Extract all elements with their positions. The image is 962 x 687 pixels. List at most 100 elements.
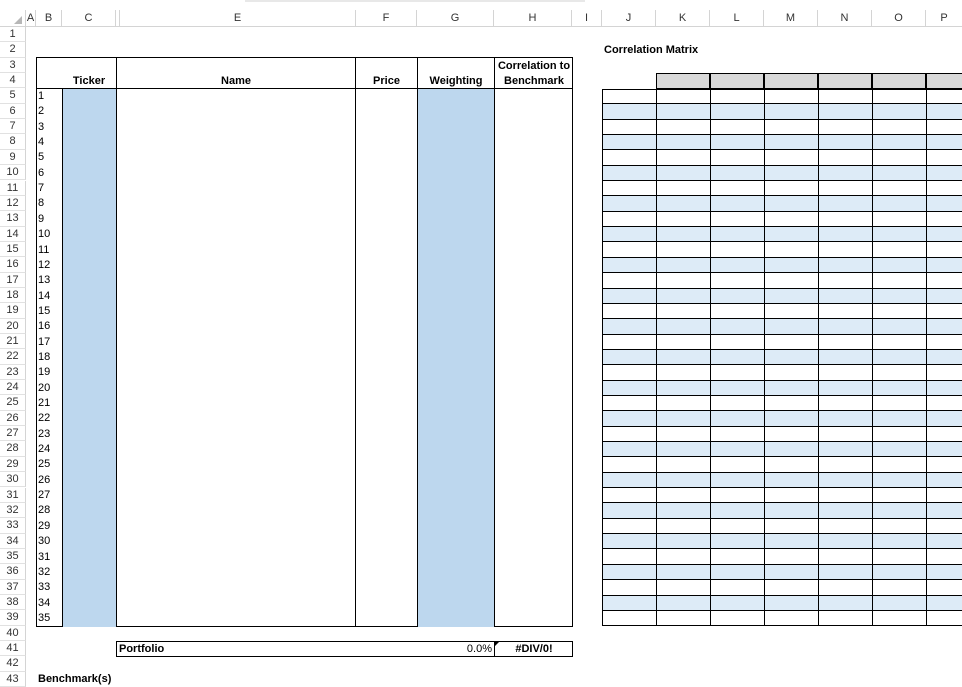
row-header-25[interactable]: 25 [0,395,26,411]
row-header-6[interactable]: 6 [0,103,26,120]
matrix-header-cell[interactable] [656,73,710,89]
row-header-12[interactable]: 12 [0,195,26,212]
holding-row-number: 18 [38,350,51,363]
row-header-40[interactable]: 40 [0,625,26,641]
matrix-header-cell[interactable] [818,73,872,89]
row-header-30[interactable]: 30 [0,472,26,488]
col-header-a[interactable]: A [26,10,36,26]
row-header-18[interactable]: 18 [0,287,26,304]
divider [355,57,356,627]
row-header-35[interactable]: 35 [0,548,26,565]
row-header-19[interactable]: 19 [0,303,26,319]
portfolio-correlation[interactable]: #DIV/0! [495,642,573,656]
row-header-16[interactable]: 16 [0,257,26,273]
row-header-17[interactable]: 17 [0,272,26,288]
select-all-icon [14,16,22,24]
row-header-29[interactable]: 29 [0,456,26,473]
row-header-38[interactable]: 38 [0,594,26,611]
row-header-26[interactable]: 26 [0,410,26,427]
row-header-27[interactable]: 27 [0,426,26,442]
row-header-10[interactable]: 10 [0,165,26,181]
col-header-h[interactable]: H [494,10,572,26]
holding-row-number: 24 [38,443,51,456]
ticker-header: Ticker [72,75,106,87]
row-header-32[interactable]: 32 [0,502,26,519]
row-header-7[interactable]: 7 [0,119,26,135]
row-header-31[interactable]: 31 [0,487,26,503]
col-header-c[interactable]: C [62,10,116,26]
col-header-o[interactable]: O [872,10,926,26]
row-header-28[interactable]: 28 [0,441,26,457]
row-header-23[interactable]: 23 [0,364,26,381]
row-header-43[interactable]: 43 [0,671,26,687]
row-header-36[interactable]: 36 [0,564,26,580]
col-header-b[interactable]: B [36,10,62,26]
row-header-9[interactable]: 9 [0,149,26,166]
col-header-p[interactable]: P [926,10,962,26]
col-header-g[interactable]: G [417,10,494,26]
row-header-1[interactable]: 1 [0,27,26,43]
row-header-41[interactable]: 41 [0,641,26,657]
weighting-input-column[interactable] [417,89,494,627]
holding-row-number: 23 [38,427,51,440]
row-header-21[interactable]: 21 [0,334,26,350]
matrix-header-cell[interactable] [764,73,818,89]
divider [602,89,603,627]
divider [494,57,495,627]
row-header-33[interactable]: 33 [0,518,26,534]
row-header-4[interactable]: 4 [0,73,26,89]
holding-row-number: 27 [38,489,51,502]
divider [656,89,657,627]
divider [116,57,117,627]
row-header-15[interactable]: 15 [0,241,26,258]
holding-row-number: 11 [38,243,50,256]
holding-row-number: 3 [38,120,45,133]
holding-row-number: 5 [38,151,45,164]
benchmark-label: Benchmark(s) [38,673,112,685]
holding-row-number: 22 [38,412,51,425]
divider [764,89,765,627]
col-header-e[interactable]: E [120,10,356,26]
col-header-l[interactable]: L [710,10,764,26]
row-header-20[interactable]: 20 [0,318,26,334]
row-header-8[interactable]: 8 [0,134,26,150]
ticker-input-column[interactable] [62,89,117,627]
col-header-k[interactable]: K [656,10,710,26]
col-header-j[interactable]: J [602,10,656,26]
col-header-f[interactable]: F [356,10,417,26]
holding-row-number: 2 [38,105,45,118]
divider [62,89,63,627]
row-header-22[interactable]: 22 [0,349,26,365]
holding-row-number: 16 [38,320,51,333]
row-header-34[interactable]: 34 [0,533,26,549]
row-header-37[interactable]: 37 [0,579,26,595]
holding-row-number: 12 [38,258,51,271]
row-header-3[interactable]: 3 [0,57,26,74]
row-header-2[interactable]: 2 [0,42,26,58]
row-header-13[interactable]: 13 [0,211,26,227]
holding-row-number: 28 [38,504,51,517]
matrix-header-cell[interactable] [710,73,764,89]
holding-row-number: 13 [38,274,51,287]
row-header-14[interactable]: 14 [0,226,26,242]
row-header-5[interactable]: 5 [0,88,26,104]
matrix-header-cell[interactable] [872,73,926,89]
row-header-24[interactable]: 24 [0,380,26,396]
select-all-corner[interactable] [0,10,26,26]
top-divider [245,0,585,2]
row-header-11[interactable]: 11 [0,180,26,196]
row-header-39[interactable]: 39 [0,610,26,626]
holding-row-number: 32 [38,565,51,578]
price-header: Price [373,75,400,87]
col-header-n[interactable]: N [818,10,872,26]
matrix-header-cell[interactable] [926,73,962,89]
holding-row-number: 35 [38,611,51,624]
col-header-i[interactable]: I [572,10,602,26]
correlation-header-line1: Correlation to [497,60,571,72]
row-header-42[interactable]: 42 [0,656,26,672]
divider [926,89,927,627]
divider [818,89,819,627]
portfolio-weighting[interactable]: 0.0% [420,642,492,656]
holding-row-number: 26 [38,473,51,486]
col-header-m[interactable]: M [764,10,818,26]
